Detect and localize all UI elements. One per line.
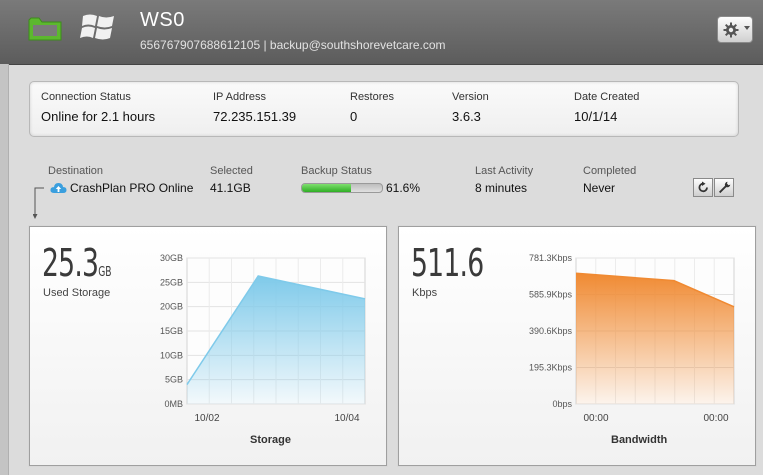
- backup-status-label: Backup Status: [301, 165, 372, 177]
- app-header: WS0 656767907688612105 | backup@southsho…: [0, 0, 763, 65]
- connection-status-label: Connection Status: [41, 91, 131, 103]
- connection-status-field: Connection Status Online for 2.1 hours: [41, 91, 155, 124]
- computer-info-panel: Connection Status Online for 2.1 hours I…: [29, 81, 739, 137]
- last-activity-label: Last Activity: [475, 165, 534, 177]
- ip-address-field: IP Address 72.235.151.39: [213, 91, 296, 124]
- bandwidth-panel: 511.6 Kbps 0bps 195.3Kbps 390.6Kbps 585.9Kb…: [398, 226, 756, 466]
- y-tick-label: 20GB: [160, 302, 183, 312]
- x-tick-label: 10/04: [334, 413, 359, 424]
- restores-field: Restores 0: [350, 91, 394, 124]
- ip-address-value: 72.235.151.39: [213, 109, 297, 124]
- computer-subtitle: 656767907688612105 | backup@southshoreve…: [140, 38, 446, 52]
- computer-name: WS0: [140, 9, 185, 31]
- storage-chart-title: Storage: [250, 434, 291, 446]
- destination-value[interactable]: CrashPlan PRO Online: [70, 181, 193, 195]
- last-activity-value: 8 minutes: [475, 181, 528, 195]
- version-value: 3.6.3: [452, 109, 481, 124]
- wrench-icon: [719, 181, 731, 194]
- restores-label: Restores: [350, 91, 395, 103]
- cloud-upload-icon: [50, 183, 67, 193]
- storage-panel: 25.3GB Used Storage 0MB 5GB 10GB 15GB 20GB 25…: [29, 226, 387, 466]
- version-label: Version: [452, 91, 489, 103]
- bandwidth-chart: 0bps 195.3Kbps 390.6Kbps 585.9Kbps 781.3Kbps…: [529, 253, 735, 424]
- y-tick-label: 390.6Kbps: [529, 326, 573, 336]
- backup-status-value: 61.6%: [386, 181, 421, 195]
- selected-label: Selected: [210, 165, 253, 177]
- y-tick-label: 0bps: [552, 399, 572, 409]
- completed-value: Never: [583, 181, 616, 195]
- windows-icon: [80, 14, 114, 40]
- date-created-value: 10/1/14: [574, 109, 618, 124]
- window-edge: [0, 64, 9, 475]
- chevron-down-icon: [744, 26, 750, 30]
- y-tick-label: 30GB: [160, 253, 183, 263]
- y-tick-label: 25GB: [160, 277, 183, 287]
- connection-status-value: Online for 2.1 hours: [41, 109, 156, 124]
- bandwidth-chart-title: Bandwidth: [611, 434, 668, 446]
- y-tick-label: 10GB: [160, 350, 183, 360]
- y-tick-label: 15GB: [160, 326, 183, 336]
- y-tick-label: 0MB: [164, 399, 183, 409]
- x-tick-label: 00:00: [583, 413, 608, 424]
- storage-chart: 0MB 5GB 10GB 15GB 20GB 25GB 30GB 10/02 10/04: [160, 253, 366, 424]
- date-created-label: Date Created: [574, 91, 640, 103]
- folder-icon[interactable]: [27, 14, 63, 42]
- settings-button[interactable]: [717, 16, 753, 43]
- y-tick-label: 5GB: [165, 375, 183, 385]
- selected-value: 41.1GB: [210, 181, 251, 195]
- version-field: Version 3.6.3: [452, 91, 489, 124]
- y-tick-label: 781.3Kbps: [529, 253, 573, 263]
- y-tick-label: 195.3Kbps: [529, 363, 573, 373]
- destination-label: Destination: [48, 165, 104, 177]
- destination-connector-arrow: [33, 187, 44, 219]
- backup-progress-fill: [302, 184, 352, 192]
- configure-button[interactable]: [714, 178, 734, 197]
- gear-icon: [723, 22, 739, 38]
- x-tick-label: 10/02: [194, 413, 219, 424]
- x-tick-label: 00:00: [703, 413, 728, 424]
- y-tick-label: 585.9Kbps: [529, 290, 573, 300]
- ip-address-label: IP Address: [213, 91, 266, 103]
- restores-value: 0: [350, 109, 358, 124]
- completed-label: Completed: [583, 165, 637, 177]
- backup-progress-bar: [301, 183, 383, 193]
- date-created-field: Date Created 10/1/14: [574, 91, 639, 124]
- refresh-button[interactable]: [693, 178, 713, 197]
- refresh-icon: [698, 181, 708, 193]
